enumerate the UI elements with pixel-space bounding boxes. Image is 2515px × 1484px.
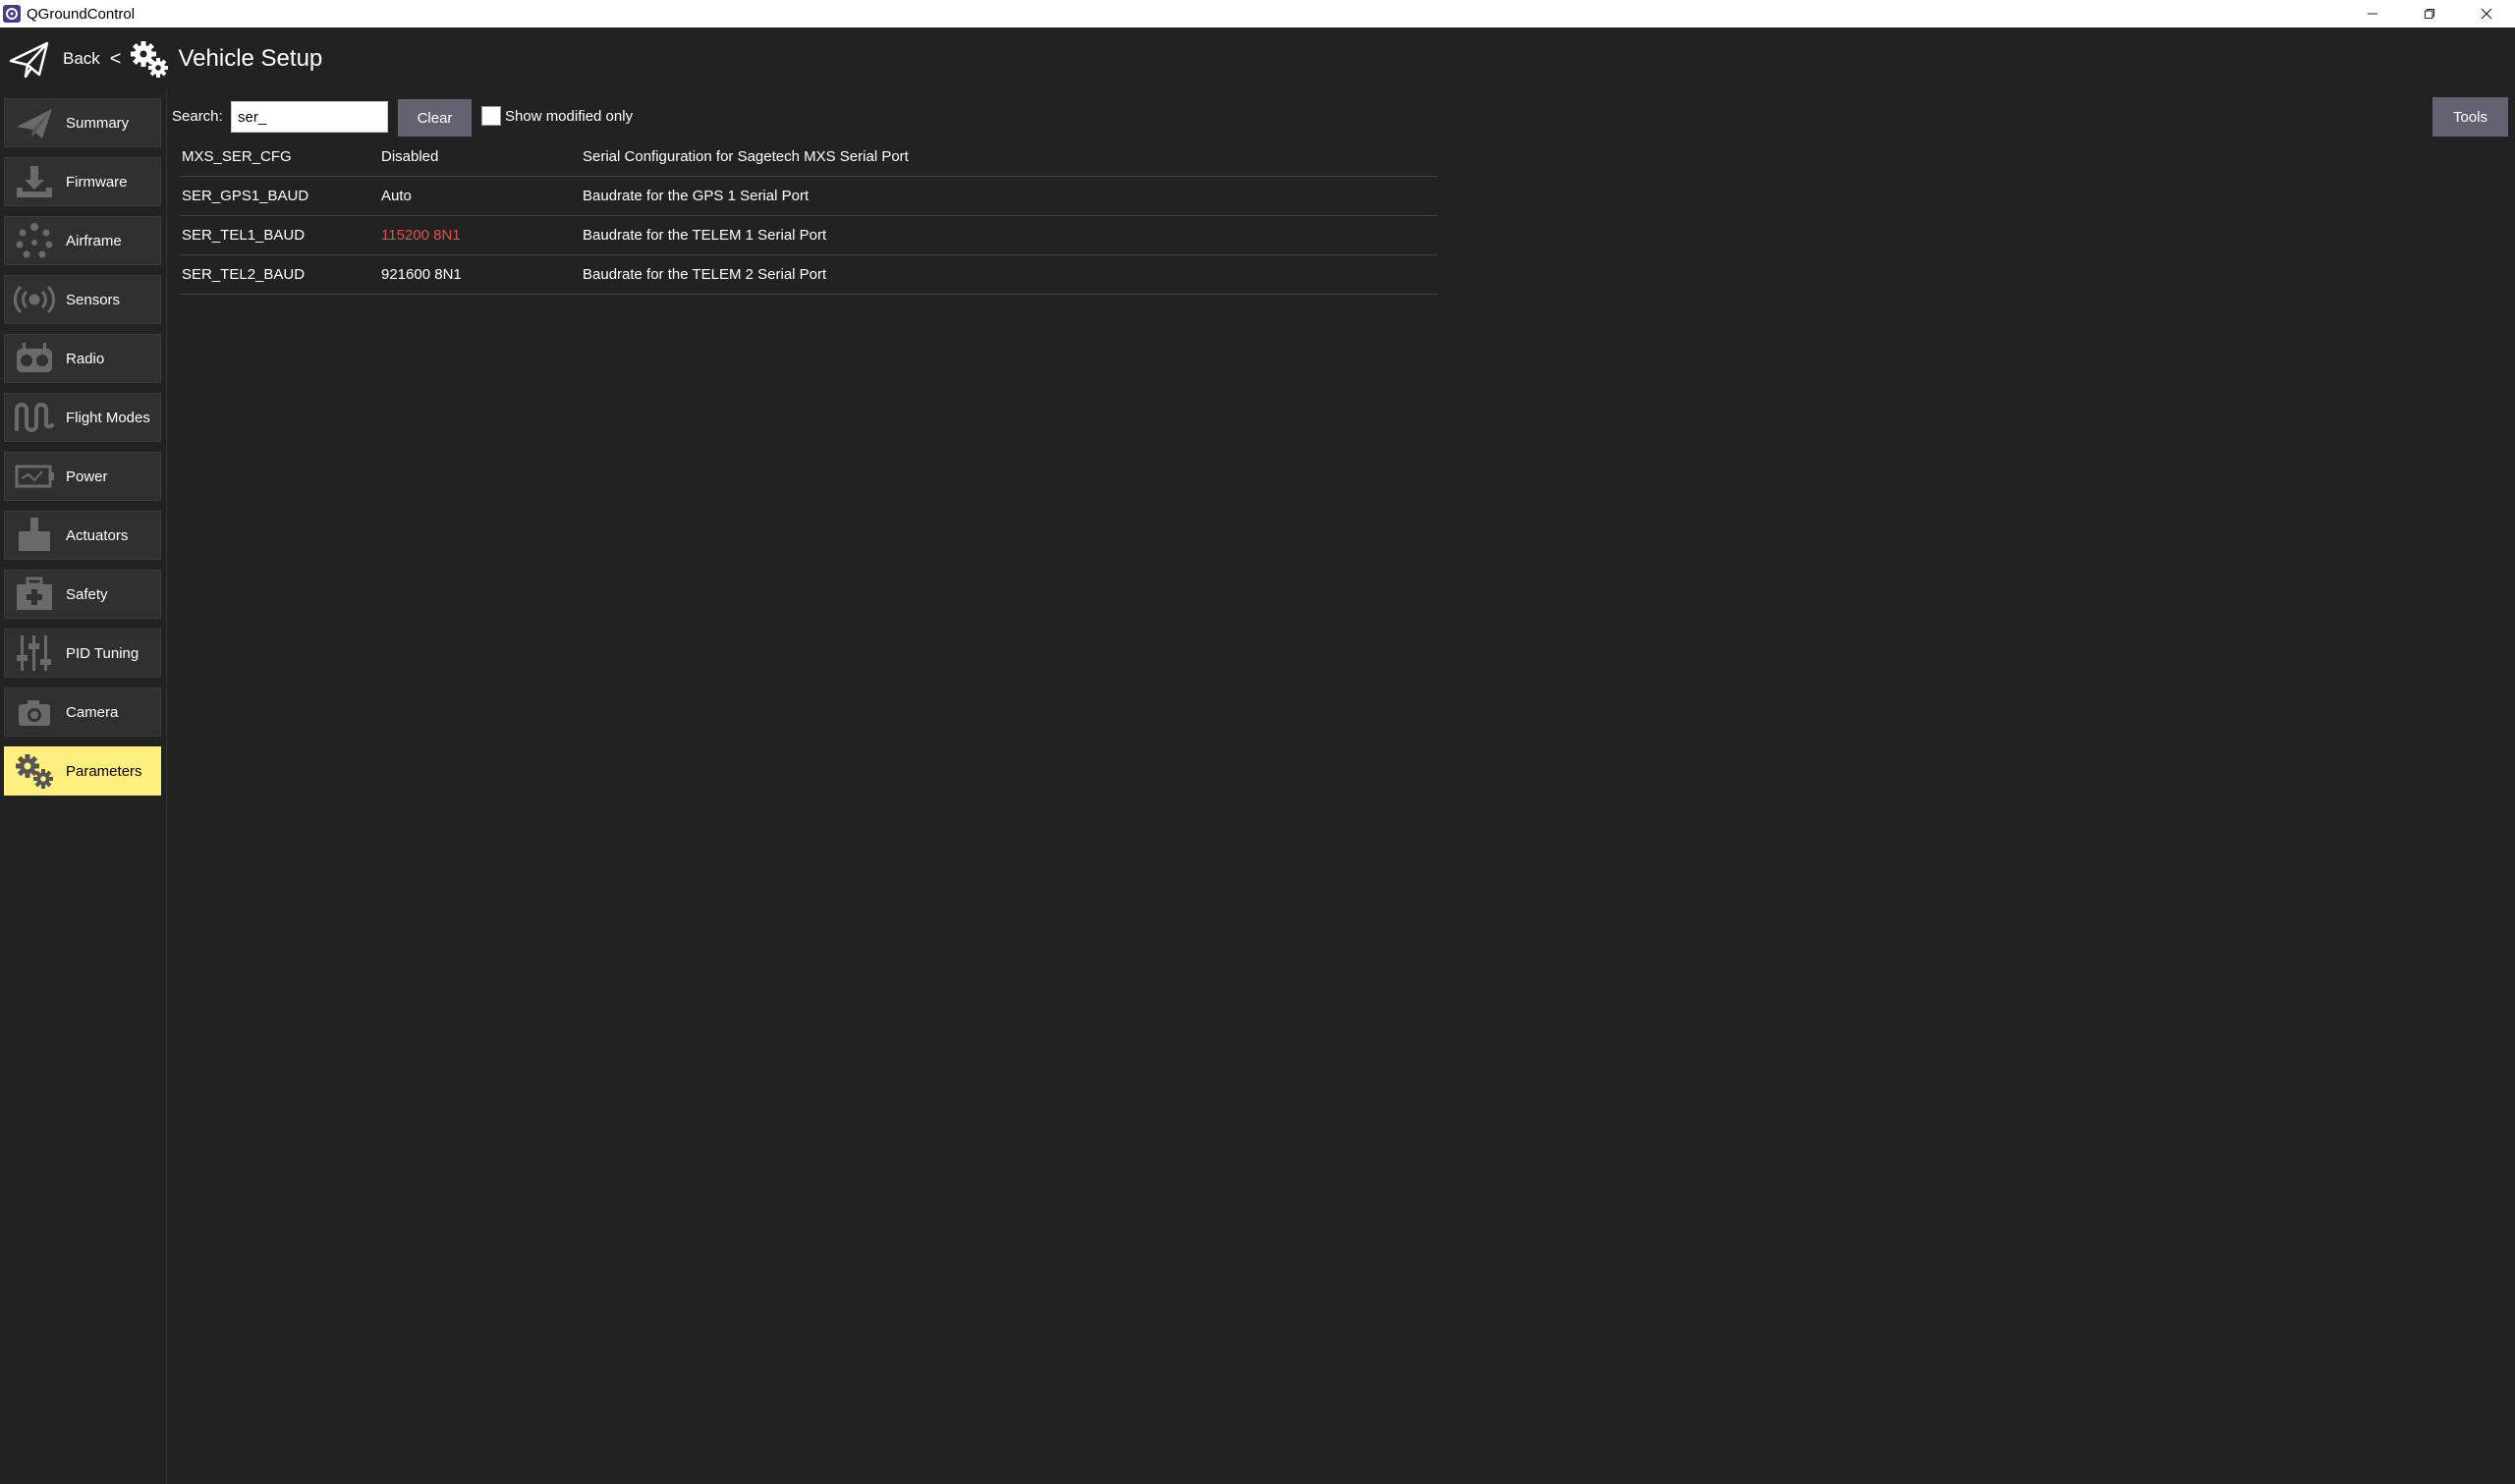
parameter-table: MXS_SER_CFG Disabled Serial Configuratio… bbox=[180, 137, 1437, 295]
qgc-app-icon bbox=[3, 5, 21, 23]
sensors-icon bbox=[14, 285, 55, 314]
sidebar-item-summary[interactable]: Summary bbox=[4, 98, 161, 147]
download-icon bbox=[17, 166, 52, 197]
param-name: MXS_SER_CFG bbox=[182, 148, 292, 165]
actuator-icon bbox=[19, 518, 50, 551]
sidebar-item-camera[interactable]: Camera bbox=[4, 687, 161, 737]
clear-button[interactable]: Clear bbox=[398, 99, 472, 137]
table-row[interactable]: SER_TEL1_BAUD 115200 8N1 Baudrate for th… bbox=[180, 216, 1437, 255]
gears-icon bbox=[131, 41, 169, 78]
sidebar-item-power[interactable]: Power bbox=[4, 452, 161, 501]
back-button[interactable]: Back bbox=[63, 49, 100, 69]
sidebar-item-radio[interactable]: Radio bbox=[4, 334, 161, 383]
param-value-modified: 115200 8N1 bbox=[381, 227, 461, 244]
tools-button[interactable]: Tools bbox=[2432, 97, 2508, 137]
param-value: 921600 8N1 bbox=[381, 266, 462, 283]
sidebar-item-firmware[interactable]: Firmware bbox=[4, 157, 161, 206]
show-modified-only-checkbox[interactable] bbox=[481, 106, 501, 126]
table-row[interactable]: MXS_SER_CFG Disabled Serial Configuratio… bbox=[180, 137, 1437, 177]
minimize-button[interactable] bbox=[2344, 0, 2401, 27]
sidebar-item-parameters[interactable]: Parameters bbox=[4, 746, 161, 796]
page-header: Back < Vehicle Setup bbox=[0, 27, 2515, 90]
sidebar-item-actuators[interactable]: Actuators bbox=[4, 511, 161, 560]
radio-icon bbox=[17, 343, 52, 372]
param-description: Baudrate for the TELEM 1 Serial Port bbox=[583, 227, 827, 244]
param-name: SER_GPS1_BAUD bbox=[182, 188, 309, 204]
param-description: Baudrate for the TELEM 2 Serial Port bbox=[583, 266, 827, 283]
sliders-icon bbox=[17, 635, 51, 671]
window-titlebar: QGroundControl bbox=[0, 0, 2515, 27]
first-aid-icon bbox=[17, 577, 52, 610]
sidebar-item-pid-tuning[interactable]: PID Tuning bbox=[4, 629, 161, 678]
battery-icon bbox=[15, 465, 54, 488]
paper-plane-icon bbox=[17, 109, 52, 138]
table-row[interactable]: SER_GPS1_BAUD Auto Baudrate for the GPS … bbox=[180, 177, 1437, 216]
close-window-button[interactable] bbox=[2458, 0, 2515, 27]
page-title: Vehicle Setup bbox=[178, 45, 323, 72]
param-value: Disabled bbox=[381, 148, 439, 165]
sidebar-item-safety[interactable]: Safety bbox=[4, 570, 161, 619]
setup-sidebar: Summary Firmware Airframe Sensors Radio … bbox=[0, 90, 167, 1484]
table-row[interactable]: SER_TEL2_BAUD 921600 8N1 Baudrate for th… bbox=[180, 255, 1437, 295]
flight-modes-wave-icon bbox=[15, 403, 54, 432]
camera-icon bbox=[19, 700, 50, 726]
window-title: QGroundControl bbox=[27, 5, 136, 23]
param-description: Serial Configuration for Sagetech MXS Se… bbox=[583, 148, 909, 165]
sidebar-item-airframe[interactable]: Airframe bbox=[4, 216, 161, 265]
sidebar-item-flight-modes[interactable]: Flight Modes bbox=[4, 393, 161, 442]
search-input[interactable] bbox=[231, 101, 388, 133]
param-description: Baudrate for the GPS 1 Serial Port bbox=[583, 188, 810, 204]
paper-plane-icon[interactable] bbox=[8, 37, 51, 81]
param-name: SER_TEL2_BAUD bbox=[182, 266, 306, 283]
param-value: Auto bbox=[381, 188, 412, 204]
restore-button[interactable] bbox=[2401, 0, 2458, 27]
breadcrumb-separator: < bbox=[109, 47, 122, 70]
show-modified-only-label: Show modified only bbox=[505, 108, 634, 125]
gears-icon bbox=[16, 754, 53, 789]
param-name: SER_TEL1_BAUD bbox=[182, 227, 306, 244]
airframe-dots-icon bbox=[16, 223, 53, 258]
search-label: Search: bbox=[172, 108, 223, 125]
sidebar-item-sensors[interactable]: Sensors bbox=[4, 275, 161, 324]
